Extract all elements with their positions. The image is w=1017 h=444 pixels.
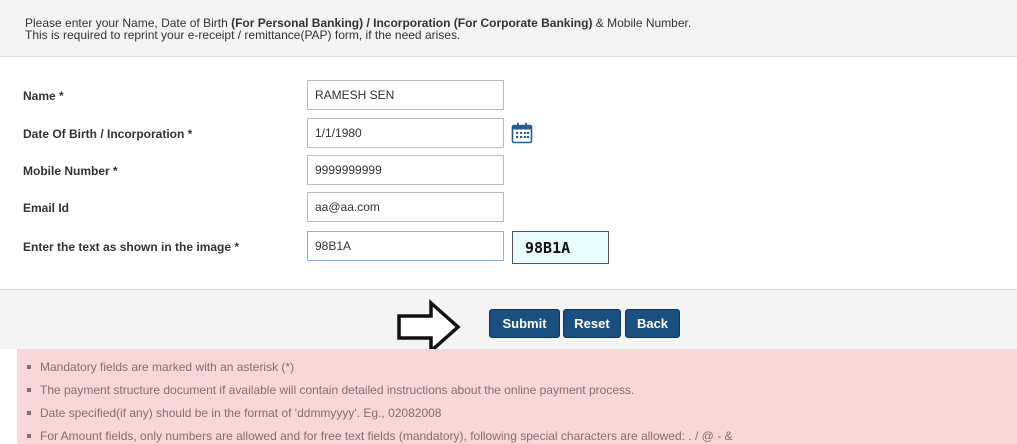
notes-panel: Mandatory fields are marked with an aste… (17, 349, 1017, 444)
note-item: Mandatory fields are marked with an aste… (27, 360, 1017, 374)
submit-button[interactable]: Submit (489, 309, 560, 338)
name-input[interactable] (307, 80, 504, 110)
dob-row: Date Of Birth / Incorporation * (23, 118, 1003, 150)
instructions-header: Please enter your Name, Date of Birth (F… (0, 0, 1017, 57)
note-item: The payment structure document if availa… (27, 383, 1017, 397)
instructions-text-suffix: & Mobile Number. (592, 16, 692, 30)
email-row: Email Id (23, 192, 1003, 224)
email-label: Email Id (23, 201, 70, 215)
instructions-line-2: This is required to reprint your e-recei… (25, 28, 461, 42)
bullet-icon (27, 388, 31, 392)
notes-list: Mandatory fields are marked with an aste… (17, 361, 1017, 442)
email-input[interactable] (307, 192, 504, 222)
captcha-input[interactable] (307, 231, 504, 261)
right-arrow-icon (397, 299, 461, 355)
reset-button[interactable]: Reset (563, 309, 621, 338)
mobile-row: Mobile Number * (23, 155, 1003, 187)
mobile-input[interactable] (307, 155, 504, 185)
bullet-icon (27, 365, 31, 369)
dob-label: Date Of Birth / Incorporation * (23, 127, 193, 141)
name-row: Name * (23, 80, 1003, 112)
calendar-icon[interactable] (511, 122, 533, 144)
mobile-label: Mobile Number * (23, 164, 118, 178)
back-button[interactable]: Back (625, 309, 680, 338)
captcha-row: Enter the text as shown in the image * 9… (23, 231, 1003, 264)
note-text: Date specified(if any) should be in the … (40, 406, 442, 420)
note-item: Date specified(if any) should be in the … (27, 406, 1017, 420)
note-text: The payment structure document if availa… (40, 383, 635, 397)
action-bar: Submit Reset Back (0, 289, 1017, 355)
captcha-label: Enter the text as shown in the image * (23, 240, 240, 254)
dob-input[interactable] (307, 118, 504, 148)
note-text: Mandatory fields are marked with an aste… (40, 360, 295, 374)
note-text: For Amount fields, only numbers are allo… (40, 429, 733, 443)
details-form: Name * Date Of Birth / Incorporation * M… (0, 57, 1017, 289)
note-item: For Amount fields, only numbers are allo… (27, 429, 1017, 443)
name-label: Name * (23, 89, 64, 103)
bullet-icon (27, 411, 31, 415)
captcha-image: 98B1A (512, 231, 609, 264)
bullet-icon (27, 434, 31, 438)
